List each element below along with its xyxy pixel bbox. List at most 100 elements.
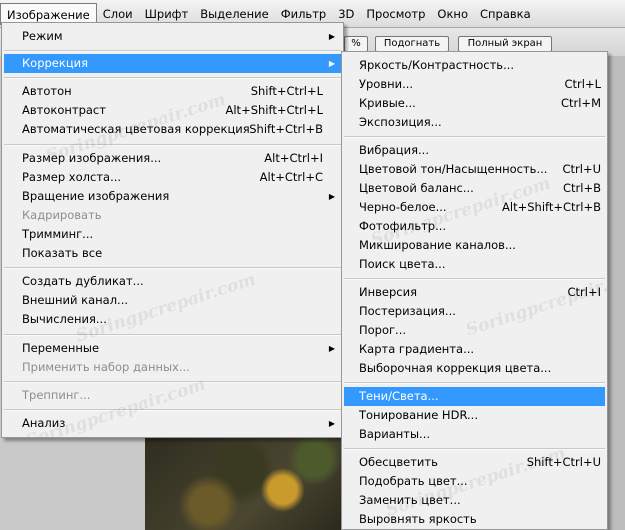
menu-item-channel-mixer[interactable]: Микширование каналов... bbox=[344, 236, 605, 255]
menu-item-label: Цветовой тон/Насыщенность... bbox=[359, 162, 548, 176]
submenu-arrow-icon: ▶ bbox=[328, 32, 335, 41]
shortcut-text: Alt+Ctrl+I bbox=[264, 151, 323, 165]
menu-item-adjustments[interactable]: Коррекция ▶ bbox=[4, 54, 341, 73]
menu-item-mode[interactable]: Режим ▶ bbox=[4, 27, 341, 46]
menu-item-hue-saturation[interactable]: Цветовой тон/Насыщенность... Ctrl+U bbox=[344, 160, 605, 179]
menu-view[interactable]: Просмотр bbox=[360, 3, 431, 25]
menu-item-label: Показать все bbox=[22, 246, 103, 260]
separator bbox=[4, 144, 341, 146]
menu-item-replace-color[interactable]: Заменить цвет... bbox=[344, 491, 605, 510]
menu-item-label: Кадрировать bbox=[22, 208, 102, 222]
menu-item-hdr-toning[interactable]: Тонирование HDR... bbox=[344, 406, 605, 425]
menu-item-label: Обесцветить bbox=[359, 455, 438, 469]
menu-item-label: Микширование каналов... bbox=[359, 238, 516, 252]
submenu-arrow-icon: ▶ bbox=[328, 344, 335, 353]
shortcut-text: Shift+Ctrl+U bbox=[526, 455, 601, 469]
menu-item-invert[interactable]: Инверсия Ctrl+I bbox=[344, 283, 605, 302]
menu-item-label: Выровнять яркость bbox=[359, 512, 477, 526]
document-canvas[interactable] bbox=[145, 430, 357, 530]
menu-item-reveal-all[interactable]: Показать все bbox=[4, 244, 341, 263]
menu-item-trim[interactable]: Тримминг... bbox=[4, 225, 341, 244]
menu-item-auto-tone[interactable]: Автотон Shift+Ctrl+L bbox=[4, 82, 341, 101]
menu-item-black-white[interactable]: Черно-белое... Alt+Shift+Ctrl+B bbox=[344, 198, 605, 217]
menu-window[interactable]: Окно bbox=[431, 3, 474, 25]
separator bbox=[4, 77, 341, 79]
menu-item-label: Создать дубликат... bbox=[22, 274, 144, 288]
menu-item-image-rotation[interactable]: Вращение изображения ▶ bbox=[4, 187, 341, 206]
menu-item-curves[interactable]: Кривые... Ctrl+M bbox=[344, 94, 605, 113]
menu-item-equalize[interactable]: Выровнять яркость bbox=[344, 510, 605, 529]
submenu-arrow-icon: ▶ bbox=[328, 59, 335, 68]
shortcut-text: Ctrl+L bbox=[564, 77, 601, 91]
separator bbox=[344, 136, 605, 138]
menu-item-label: Режим bbox=[22, 29, 63, 43]
menu-item-label: Вращение изображения bbox=[22, 189, 170, 203]
menu-item-vibrance[interactable]: Вибрация... bbox=[344, 141, 605, 160]
adjustments-submenu: Яркость/Контрастность... Уровни... Ctrl+… bbox=[341, 51, 608, 530]
menu-item-duplicate[interactable]: Создать дубликат... bbox=[4, 272, 341, 291]
menu-item-label: Инверсия bbox=[359, 285, 417, 299]
partial-button[interactable]: % bbox=[344, 36, 368, 52]
menu-item-label: Постеризация... bbox=[359, 304, 456, 318]
menu-item-label: Черно-белое... bbox=[359, 200, 447, 214]
shortcut-text: Shift+Ctrl+L bbox=[250, 84, 323, 98]
menu-item-label: Коррекция bbox=[22, 56, 89, 70]
menu-help[interactable]: Справка bbox=[474, 3, 537, 25]
menu-item-apply-data-set: Применить набор данных... bbox=[4, 358, 341, 377]
separator bbox=[4, 50, 341, 52]
menu-item-label: Подобрать цвет... bbox=[359, 474, 468, 488]
menu-item-label: Тримминг... bbox=[22, 227, 94, 241]
shortcut-text: Ctrl+I bbox=[567, 285, 602, 299]
submenu-arrow-icon: ▶ bbox=[328, 419, 335, 428]
submenu-arrow-icon: ▶ bbox=[328, 192, 335, 201]
menu-item-label: Автотон bbox=[22, 84, 72, 98]
menu-item-apply-image[interactable]: Внешний канал... bbox=[4, 291, 341, 310]
menu-item-posterize[interactable]: Постеризация... bbox=[344, 302, 605, 321]
shortcut-text: Shift+Ctrl+B bbox=[249, 122, 323, 136]
menu-item-brightness-contrast[interactable]: Яркость/Контрастность... bbox=[344, 56, 605, 75]
menu-item-label: Уровни... bbox=[359, 77, 414, 91]
menu-item-auto-contrast[interactable]: Автоконтраст Alt+Shift+Ctrl+L bbox=[4, 101, 341, 120]
menu-item-gradient-map[interactable]: Карта градиента... bbox=[344, 340, 605, 359]
menu-item-label: Размер холста... bbox=[22, 170, 122, 184]
menu-item-variations[interactable]: Варианты... bbox=[344, 425, 605, 444]
menu-item-selective-color[interactable]: Выборочная коррекция цвета... bbox=[344, 359, 605, 378]
menu-item-calculations[interactable]: Вычисления... bbox=[4, 310, 341, 329]
menu-item-threshold[interactable]: Порог... bbox=[344, 321, 605, 340]
menu-item-label: Вычисления... bbox=[22, 312, 107, 326]
fit-screen-button[interactable]: Подогнать bbox=[375, 36, 449, 52]
menu-item-label: Заменить цвет... bbox=[359, 493, 461, 507]
separator bbox=[4, 267, 341, 269]
menu-item-image-size[interactable]: Размер изображения... Alt+Ctrl+I bbox=[4, 149, 341, 168]
menu-item-trap: Треппинг... bbox=[4, 386, 341, 405]
menu-item-auto-color[interactable]: Автоматическая цветовая коррекция Shift+… bbox=[4, 120, 341, 139]
menu-item-label: Размер изображения... bbox=[22, 151, 162, 165]
menu-item-color-balance[interactable]: Цветовой баланс... Ctrl+B bbox=[344, 179, 605, 198]
shortcut-text: Ctrl+M bbox=[560, 96, 601, 110]
menu-item-label: Треппинг... bbox=[22, 388, 91, 402]
menu-item-variables[interactable]: Переменные ▶ bbox=[4, 339, 341, 358]
menu-item-photo-filter[interactable]: Фотофильтр... bbox=[344, 217, 605, 236]
menu-item-canvas-size[interactable]: Размер холста... Alt+Ctrl+C bbox=[4, 168, 341, 187]
menu-item-label: Цветовой баланс... bbox=[359, 181, 474, 195]
menu-item-label: Кривые... bbox=[359, 96, 416, 110]
menu-item-exposure[interactable]: Экспозиция... bbox=[344, 113, 605, 132]
menu-item-label: Порог... bbox=[359, 323, 407, 337]
menu-item-label: Переменные bbox=[22, 341, 100, 355]
menu-item-label: Тени/Света... bbox=[359, 389, 439, 403]
menu-item-shadows-highlights[interactable]: Тени/Света... bbox=[344, 387, 605, 406]
separator bbox=[4, 381, 341, 383]
shortcut-text: Ctrl+B bbox=[563, 181, 601, 195]
menu-item-label: Карта градиента... bbox=[359, 342, 475, 356]
menu-item-label: Тонирование HDR... bbox=[359, 408, 478, 422]
full-screen-button[interactable]: Полный экран bbox=[458, 36, 552, 52]
shortcut-text: Alt+Ctrl+C bbox=[259, 170, 323, 184]
menu-item-match-color[interactable]: Подобрать цвет... bbox=[344, 472, 605, 491]
menu-item-label: Вибрация... bbox=[359, 143, 429, 157]
separator bbox=[4, 409, 341, 411]
menu-item-label: Экспозиция... bbox=[359, 115, 442, 129]
menu-item-analysis[interactable]: Анализ ▶ bbox=[4, 414, 341, 433]
menu-item-desaturate[interactable]: Обесцветить Shift+Ctrl+U bbox=[344, 453, 605, 472]
menu-item-levels[interactable]: Уровни... Ctrl+L bbox=[344, 75, 605, 94]
menu-item-color-lookup[interactable]: Поиск цвета... bbox=[344, 255, 605, 274]
